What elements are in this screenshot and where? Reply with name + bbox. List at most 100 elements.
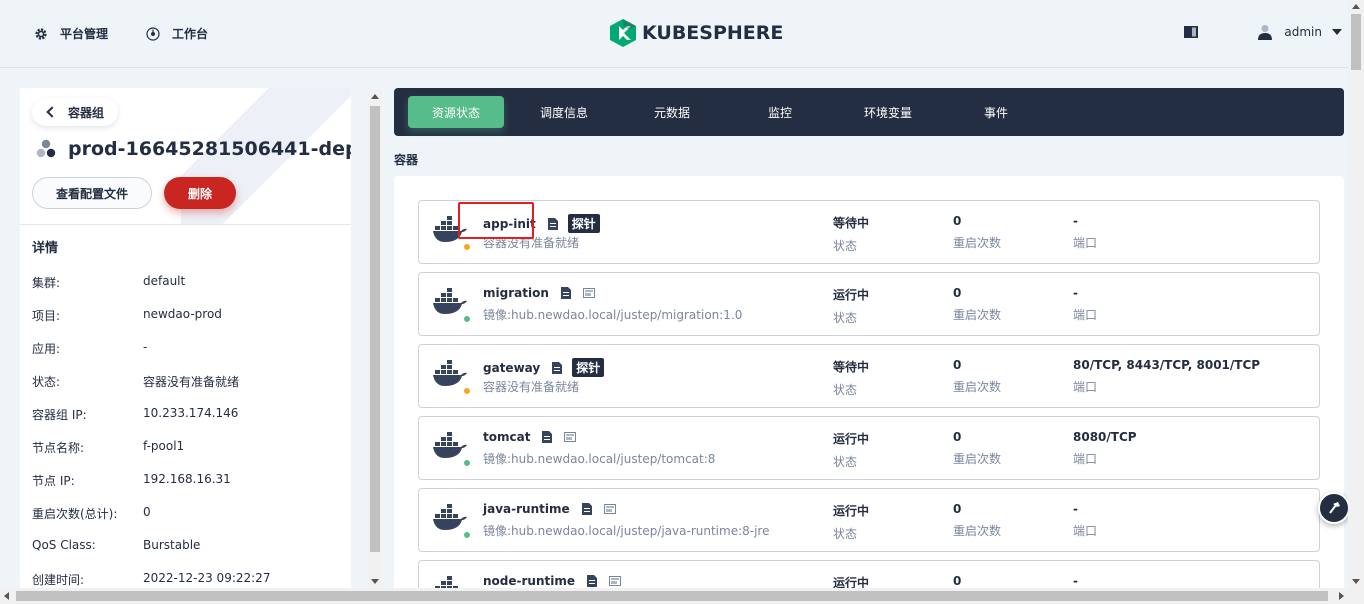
container-row[interactable]: tomcat 镜像:hub.newdao.local/justep/tomcat:… [418,416,1320,480]
logo-text: KUBESPHERE [642,22,784,44]
status-dot [463,315,471,323]
detail-row: QoS Class: Burstable [32,538,342,552]
status-label: 状态 [833,383,858,397]
view-config-button[interactable]: 查看配置文件 [32,177,152,209]
container-name[interactable]: node-runtime [483,574,575,588]
page-horizontal-scrollbar[interactable] [0,588,1364,604]
toolbox-button[interactable] [1318,492,1350,524]
image-icon [609,576,621,586]
ports-column: - 端口 [1073,502,1097,539]
container-name-line: gateway 探针 [483,358,605,377]
ports-label: 端口 [1073,236,1098,250]
platform-management-link[interactable]: 平台管理 [34,25,108,42]
ports-label: 端口 [1073,308,1098,322]
container-name-line: java-runtime [483,502,616,516]
ports-label: 端口 [1073,524,1098,538]
container-restarts: 0 [953,214,962,228]
detail-row: 容器组 IP: 10.233.174.146 [32,406,342,423]
chevron-down-icon[interactable] [1332,29,1342,35]
container-name-line: migration [483,286,595,300]
user-avatar-icon[interactable] [1258,24,1273,40]
file-icon[interactable] [542,431,553,443]
docker-icon [433,360,467,386]
username[interactable]: admin [1284,25,1322,39]
tab-metadata[interactable]: 元数据 [624,96,720,128]
detail-key: 重启次数(总计): [32,507,118,521]
detail-row: 创建时间: 2022-12-23 09:22:27 [32,571,342,588]
detail-key: 容器组 IP: [32,408,87,422]
page-title: prod-16645281506441-depl... [36,138,351,160]
scroll-up-arrow[interactable] [371,94,379,99]
file-icon[interactable] [587,575,597,587]
tab-env-vars[interactable]: 环境变量 [840,96,936,128]
scroll-down-arrow[interactable] [371,579,379,584]
back-to-pods-button[interactable]: 容器组 [32,98,119,126]
container-name[interactable]: migration [483,286,549,300]
docs-icon[interactable] [1184,26,1199,38]
status-label: 状态 [833,455,858,469]
container-row[interactable]: app-init 探针 容器没有准备就绪 等待中 状态 0 重启次数 - 端口 [418,200,1320,264]
file-icon[interactable] [547,217,558,230]
detail-row: 状态: 容器没有准备就绪 [32,373,342,390]
detail-tabs: 资源状态 调度信息 元数据 监控 环境变量 事件 [394,88,1344,136]
restarts-column: 0 重启次数 [953,502,1001,539]
scroll-left-arrow[interactable] [4,592,9,600]
pod-header-card: 容器组 prod-16645281506441-depl... 查看配置文件 删… [20,88,351,224]
container-restarts: 0 [953,286,962,300]
docker-icon [433,504,467,530]
tab-scheduling[interactable]: 调度信息 [516,96,612,128]
detail-value: f-pool1 [143,439,185,453]
restarts-label: 重启次数 [953,308,1002,322]
container-ports: - [1073,286,1078,300]
scroll-right-arrow[interactable] [1339,592,1344,600]
file-icon[interactable] [560,287,571,299]
scrollbar-thumb[interactable] [1351,14,1361,70]
probe-badge: 探针 [572,358,605,377]
kubesphere-logo[interactable]: KUBESPHERE [610,19,783,47]
container-ports: - [1073,574,1078,588]
container-row[interactable]: migration 镜像:hub.newdao.local/justep/migr… [418,272,1320,336]
pod-detail-panel: 容器组 prod-16645281506441-depl... 查看配置文件 删… [20,88,351,588]
docker-icon [433,432,467,458]
status-dot [463,459,471,467]
file-icon[interactable] [581,503,592,515]
container-subtitle: 镜像:hub.newdao.local/justep/java-runtime:… [483,524,770,538]
container-status: 运行中 [833,288,870,302]
details-card: 详情 集群: default 项目: newdao-prod 应用: - 状态: 容器没有准备… [20,224,351,588]
restarts-column: 0 重启次数 [953,286,1001,323]
file-icon[interactable] [552,361,563,374]
containers-section-title: 容器 [394,153,419,167]
hammer-icon [1329,502,1340,514]
scroll-down-arrow[interactable] [1352,579,1360,584]
details-title: 详情 [32,241,59,256]
ports-label: 端口 [1073,380,1098,394]
page-vertical-scrollbar[interactable] [1348,0,1364,588]
restarts-column: 0 重启次数 [953,214,1001,251]
pod-name: prod-16645281506441-depl... [68,138,351,160]
container-name[interactable]: gateway [483,361,540,375]
status-column: 等待中 状态 [833,214,869,254]
container-ports: - [1073,214,1078,228]
workbench-link[interactable]: 工作台 [146,25,208,42]
tab-monitoring[interactable]: 监控 [732,96,828,128]
container-row[interactable]: gateway 探针 容器没有准备就绪 等待中 状态 0 重启次数 80/TCP, 8443/… [418,344,1320,408]
scroll-up-arrow[interactable] [1352,4,1360,9]
scrollbar-thumb[interactable] [370,106,380,552]
status-label: 状态 [833,527,858,541]
container-subtitle: 容器没有准备就绪 [483,380,580,394]
container-name[interactable]: java-runtime [483,502,570,516]
left-panel-scrollbar[interactable] [368,90,382,588]
detail-key: 创建时间: [32,573,85,587]
tab-events[interactable]: 事件 [948,96,1044,128]
container-row[interactable]: java-runtime 镜像:hub.newdao.local/justep/j… [418,488,1320,552]
delete-button[interactable]: 删除 [164,177,236,209]
container-name-line: node-runtime [483,574,621,588]
container-name[interactable]: tomcat [483,430,530,444]
container-name-line: tomcat [483,430,577,444]
detail-value: newdao-prod [143,307,222,321]
ports-column: 8080/TCP 端口 [1073,430,1137,467]
tab-resource-status[interactable]: 资源状态 [408,96,504,128]
scrollbar-thumb[interactable] [16,591,1328,601]
restarts-label: 重启次数 [953,380,1002,394]
back-label: 容器组 [68,105,105,120]
